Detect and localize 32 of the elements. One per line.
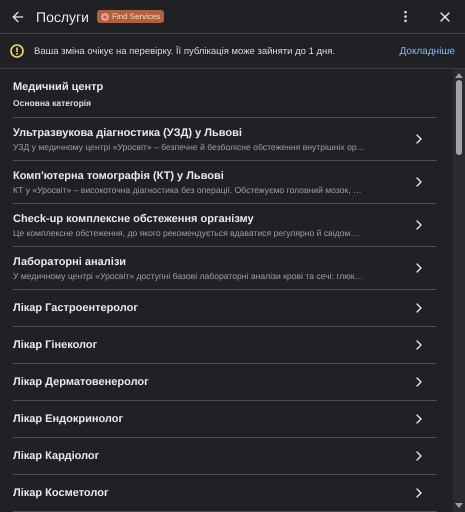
service-item[interactable]: Ультразвукова діагностика (УЗД) у Львові УЗД у медичному центрі «Уросвіт» – безпечне й безболісне обстеження внутрішніх ор… [13,118,437,161]
notice-text: Ваша зміна очікує на перевірку. Її публікація може зайняти до 1 дня. [34,46,336,56]
service-item[interactable]: Check-up комплексне обстеження організму Це комплексне обстеження, до якого рекомендується вдаватися регулярно й свідом… [13,204,437,247]
service-title: Лікар Дерматовенеролог [13,376,150,388]
service-item[interactable]: Комп'ютерна томографія (КТ) у Львові КТ у «Уросвіт» – високоточна діагностика без операції. Обстежуємо головний мозок, … [13,161,437,204]
category-subtitle: Основна категорія [13,98,92,108]
service-description: Це комплексне обстеження, до якого рекомендується вдаватися регулярно й свідом… [13,228,360,238]
service-title: Лікар Косметолог [13,487,110,499]
service-description: КТ у «Уросвіт» – високоточна діагностика без операції. Обстежуємо головний мозок, … [13,184,363,194]
service-item[interactable]: Лікар Кардіолог [13,438,437,475]
service-item[interactable]: Лабораторні аналізи У медичному центрі «Уросвіт» доступні базові лабораторні аналізи крові та сечі: глюк… [13,247,437,290]
scrollbar[interactable] [453,69,465,512]
service-title: Лікар Ендокринолог [13,413,124,425]
service-title: Комп'ютерна томографія (КТ) у Львові [13,170,225,182]
service-item[interactable]: Лікар Дерматовенеролог [13,364,437,401]
service-title: Ультразвукова діагностика (УЗД) у Львові [13,126,243,138]
service-item[interactable]: Лікар Косметолог [13,475,437,512]
service-item[interactable]: Лікар Гастроентеролог [13,290,437,327]
service-item[interactable]: Лікар Гінеколог [13,327,437,364]
service-title: Лікар Кардіолог [13,450,100,462]
warning-icon [10,44,24,58]
page-title: Послуги [36,8,89,24]
service-description: У медичному центрі «Уросвіт» доступні базові лабораторні аналізи крові та сечі: глюк… [13,270,364,280]
service-description: УЗД у медичному центрі «Уросвіт» – безпечне й безболісне обстеження внутрішніх ор… [13,142,366,152]
service-title: Лабораторні аналізи [13,256,128,268]
service-title: Лікар Гастроентеролог [13,302,139,314]
learn-more-link[interactable]: Докладніше [400,46,455,56]
service-title: Лікар Гінеколог [13,339,98,351]
service-item[interactable]: Лікар Ендокринолог [13,401,437,438]
find-services-badge: Find Services [96,10,164,23]
service-title: Check-up комплексне обстеження організму [13,212,255,224]
category-title: Медичний центр [13,81,104,93]
